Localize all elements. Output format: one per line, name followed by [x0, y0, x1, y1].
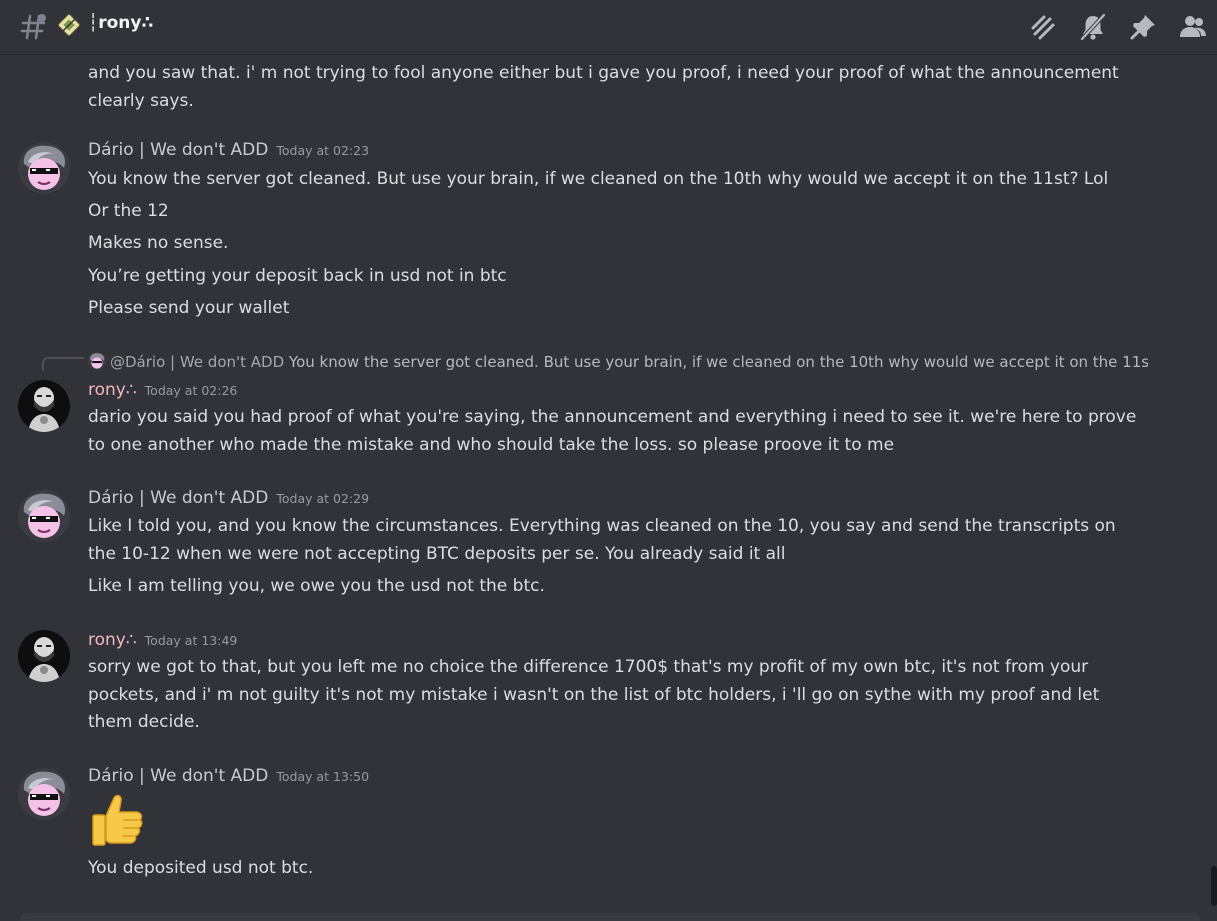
timestamp: Today at 13:49 — [144, 633, 238, 648]
pinned-messages-icon[interactable] — [1128, 12, 1158, 42]
thread-hash-icon — [20, 12, 48, 42]
message-content: Please send your wallet — [88, 298, 290, 318]
timestamp: Today at 13:50 — [276, 769, 370, 784]
thumbs-up-emoji[interactable] — [88, 790, 148, 850]
message-content: Makes no sense. — [88, 233, 229, 253]
message-header: rony∴ Today at 02:26 — [88, 380, 237, 400]
message-header: Dário | We don't ADD Today at 13:50 — [88, 766, 369, 786]
message-list[interactable]: and you saw that. i' m not trying to foo… — [0, 56, 1217, 921]
message-content: Like I am telling you, we owe you the us… — [88, 576, 545, 596]
avatar[interactable] — [18, 380, 70, 432]
message-content: You deposited usd not btc. — [88, 858, 314, 878]
timestamp: Today at 02:29 — [276, 491, 370, 506]
username[interactable]: rony∴ — [88, 630, 137, 650]
notifications-muted-icon[interactable] — [1078, 12, 1108, 42]
thread-emoji-icon — [58, 14, 80, 36]
message-content: sorry we got to that, but you left me no… — [88, 657, 1100, 732]
message-content: dario you said you had proof of what you… — [88, 407, 1137, 455]
avatar[interactable] — [18, 630, 70, 682]
message-header: Dário | We don't ADD Today at 02:23 — [88, 140, 369, 160]
message-content: and you saw that. i' m not trying to foo… — [88, 63, 1119, 111]
username[interactable]: Dário | We don't ADD — [88, 140, 268, 160]
avatar[interactable] — [18, 768, 70, 820]
message-header: Dário | We don't ADD Today at 02:29 — [88, 488, 369, 508]
reply-text: You know the server got cleaned. But use… — [288, 353, 1148, 371]
reply-preview[interactable]: @Dário | We don't ADD You know the serve… — [88, 352, 1148, 371]
username[interactable]: Dário | We don't ADD — [88, 766, 268, 786]
message-content: Or the 12 — [88, 201, 169, 221]
avatar[interactable] — [18, 490, 70, 542]
message-header: rony∴ Today at 13:49 — [88, 630, 237, 650]
username[interactable]: rony∴ — [88, 380, 137, 400]
message-content: Like I told you, and you know the circum… — [88, 516, 1116, 564]
message-content: You know the server got cleaned. But use… — [88, 169, 1109, 189]
scrollbar-thumb[interactable] — [1211, 866, 1217, 906]
reply-mention[interactable]: @Dário | We don't ADD — [110, 353, 284, 371]
channel-name: ┆rony∴ — [88, 13, 154, 33]
threads-icon[interactable] — [1028, 12, 1058, 42]
reply-avatar — [88, 352, 106, 370]
timestamp: Today at 02:23 — [276, 143, 370, 158]
username[interactable]: Dário | We don't ADD — [88, 488, 268, 508]
reply-spine — [42, 357, 84, 371]
message-content: You’re getting your deposit back in usd … — [88, 266, 507, 286]
timestamp: Today at 02:26 — [144, 383, 238, 398]
avatar[interactable] — [18, 142, 70, 194]
channel-header: ┆rony∴ — [0, 0, 1217, 55]
message-composer-edge[interactable] — [20, 913, 1200, 921]
member-list-icon[interactable] — [1178, 12, 1208, 42]
